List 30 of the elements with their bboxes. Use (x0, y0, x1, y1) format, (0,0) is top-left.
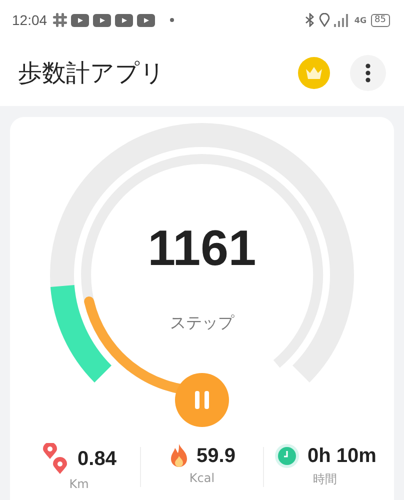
dot-icon (169, 17, 176, 23)
clock-icon (274, 443, 300, 469)
menu-button[interactable] (350, 55, 386, 91)
premium-button[interactable] (298, 57, 330, 89)
video-notification-icon (93, 14, 112, 26)
flame-icon (168, 443, 189, 469)
video-notification-icon (115, 14, 134, 26)
stat-label: 時間 (313, 471, 337, 488)
hashtag-icon (53, 13, 68, 27)
bluetooth-icon (305, 13, 316, 27)
stat-label: Kcal (189, 471, 215, 485)
signal-icon (334, 13, 350, 27)
clock-time: 12:04 (12, 12, 48, 28)
more-icon (365, 63, 371, 83)
location-pins-icon (42, 443, 70, 475)
location-icon (319, 13, 330, 27)
video-notification-icon (71, 14, 90, 26)
pause-icon (194, 390, 210, 410)
network-label: 4G (354, 16, 367, 24)
pause-button[interactable] (175, 373, 229, 427)
battery-level: 85 (370, 14, 390, 26)
video-notification-icon (137, 14, 156, 26)
app-title: 歩数計アプリ (18, 58, 166, 89)
stat-value: 0h 10m (308, 444, 376, 468)
step-count: 1161 (146, 219, 258, 277)
stat-label: Km (69, 477, 89, 491)
stat-value: 59.9 (196, 444, 236, 468)
step-unit: ステップ (169, 313, 236, 334)
crown-icon (305, 66, 323, 80)
stat-value: 0.84 (78, 448, 116, 470)
